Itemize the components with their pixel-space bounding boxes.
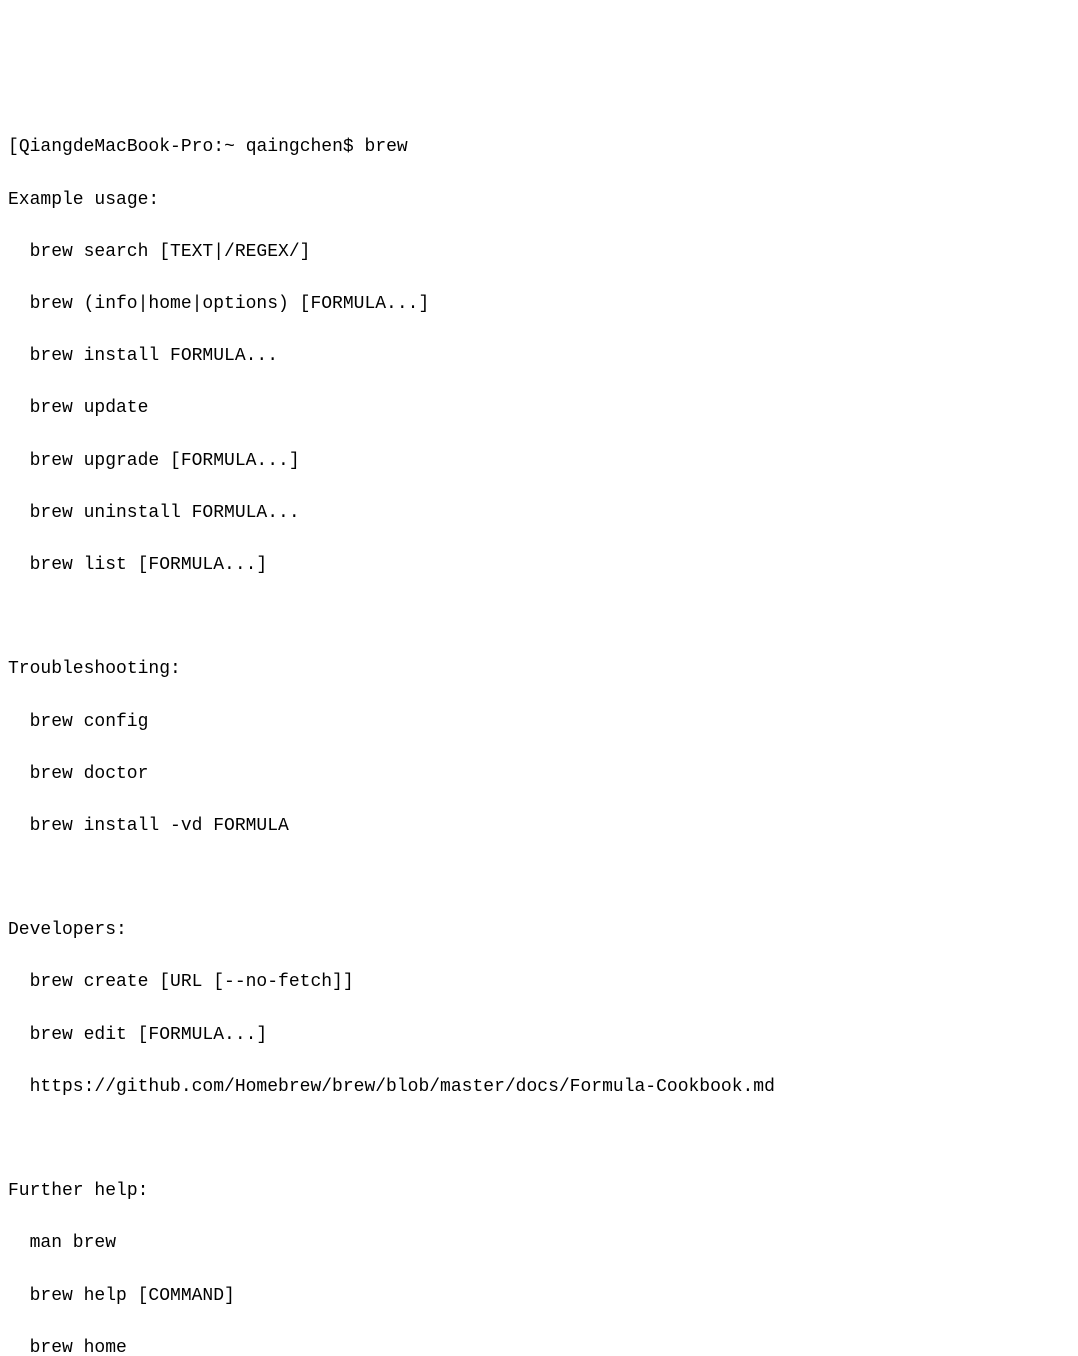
example-line: brew upgrade [FORMULA...] xyxy=(8,448,1070,474)
developers-line: brew edit [FORMULA...] xyxy=(8,1022,1070,1048)
example-line: brew (info|home|options) [FORMULA...] xyxy=(8,291,1070,317)
further-help-line: brew home xyxy=(8,1335,1070,1356)
section-header-developers: Developers: xyxy=(8,917,1070,943)
blank-line xyxy=(8,865,1070,891)
troubleshooting-line: brew config xyxy=(8,709,1070,735)
command-entered: brew xyxy=(365,137,408,157)
further-help-line: man brew xyxy=(8,1230,1070,1256)
blank-line xyxy=(8,1126,1070,1152)
developers-line: brew create [URL [--no-fetch]] xyxy=(8,969,1070,995)
section-header-further-help: Further help: xyxy=(8,1178,1070,1204)
prompt-line: [QiangdeMacBook-Pro:~ qaingchen$ brew xyxy=(8,134,1070,160)
troubleshooting-line: brew install -vd FORMULA xyxy=(8,813,1070,839)
example-line: brew uninstall FORMULA... xyxy=(8,500,1070,526)
example-line: brew update xyxy=(8,395,1070,421)
prompt-path: ~ xyxy=(224,137,235,157)
example-line: brew list [FORMULA...] xyxy=(8,552,1070,578)
section-header-example: Example usage: xyxy=(8,187,1070,213)
prompt-colon: : xyxy=(213,137,224,157)
example-line: brew search [TEXT|/REGEX/] xyxy=(8,239,1070,265)
prompt-dollar: $ xyxy=(343,137,354,157)
terminal-output[interactable]: [QiangdeMacBook-Pro:~ qaingchen$ brew Ex… xyxy=(8,108,1070,1356)
troubleshooting-line: brew doctor xyxy=(8,761,1070,787)
further-help-line: brew help [COMMAND] xyxy=(8,1283,1070,1309)
example-line: brew install FORMULA... xyxy=(8,343,1070,369)
blank-line xyxy=(8,604,1070,630)
prompt-user: qaingchen xyxy=(246,137,343,157)
developers-line: https://github.com/Homebrew/brew/blob/ma… xyxy=(8,1074,1070,1100)
prompt-host: QiangdeMacBook-Pro xyxy=(19,137,213,157)
prompt-bracket: [ xyxy=(8,137,19,157)
section-header-troubleshooting: Troubleshooting: xyxy=(8,656,1070,682)
